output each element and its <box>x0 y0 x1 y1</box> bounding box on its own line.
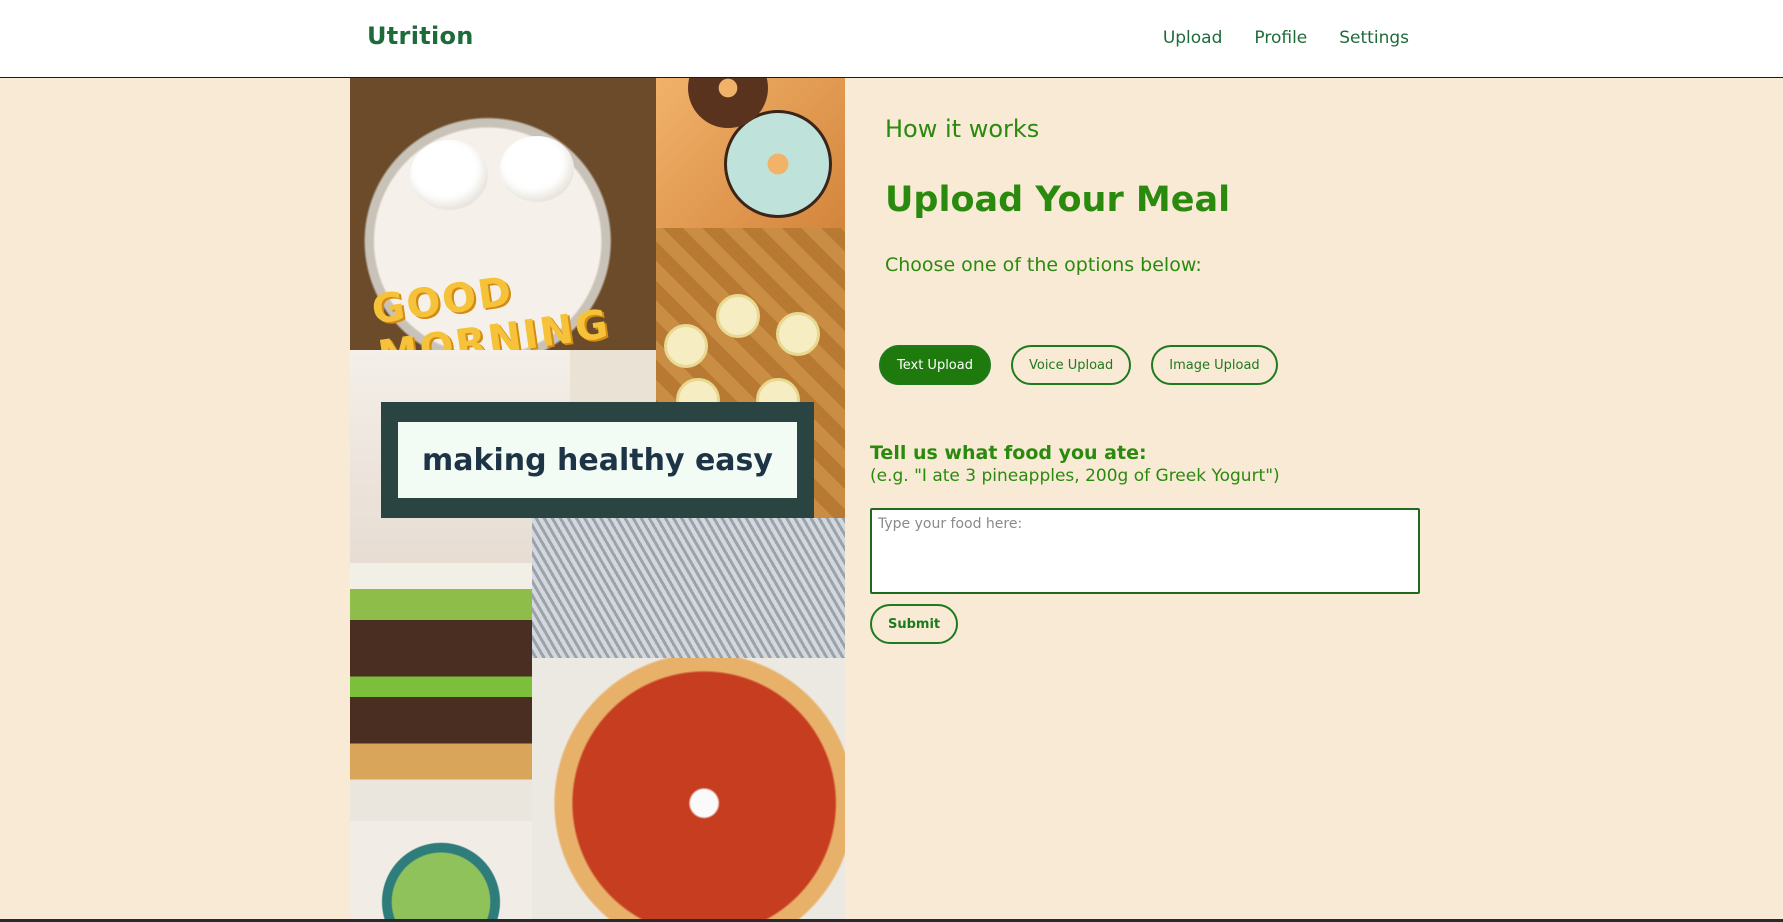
top-navbar: Utrition Upload Profile Settings <box>0 0 1783 78</box>
food-prompt: Tell us what food you ate: (e.g. "I ate … <box>870 442 1280 486</box>
food-input[interactable] <box>870 508 1420 594</box>
submit-button[interactable]: Submit <box>870 604 959 644</box>
brand-logo[interactable]: Utrition <box>367 22 474 50</box>
iced-donut <box>724 110 832 218</box>
how-it-works-link[interactable]: How it works <box>885 115 1039 143</box>
nav-link-profile[interactable]: Profile <box>1254 28 1307 48</box>
page-title: Upload Your Meal <box>885 180 1231 220</box>
tagline-banner: making healthy easy <box>381 402 814 518</box>
nav-link-settings[interactable]: Settings <box>1339 28 1409 48</box>
text-upload-button[interactable]: Text Upload <box>879 345 991 385</box>
food-prompt-example: (e.g. "I ate 3 pineapples, 200g of Greek… <box>870 466 1280 486</box>
salad-photo <box>350 821 532 922</box>
upload-options: Text Upload Voice Upload Image Upload <box>879 345 1278 385</box>
poached-egg <box>410 140 488 210</box>
pizza-photo <box>532 658 845 922</box>
instructions-text: Choose one of the options below: <box>885 254 1202 276</box>
voice-upload-button[interactable]: Voice Upload <box>1010 345 1132 385</box>
veggie-burger-photo <box>350 563 532 821</box>
toast-photo: GOOD MORNING <box>350 78 656 350</box>
food-collage-image: GOOD MORNING making healthy easy <box>350 78 845 922</box>
food-prompt-question: Tell us what food you ate: <box>870 442 1147 464</box>
plate-lettering: GOOD MORNING <box>368 268 613 350</box>
nav-links: Upload Profile Settings <box>1163 28 1409 48</box>
donut-photo <box>656 78 845 228</box>
nav-link-upload[interactable]: Upload <box>1163 28 1223 48</box>
poached-egg <box>500 136 574 202</box>
tagline-text: making healthy easy <box>398 422 797 498</box>
image-upload-button[interactable]: Image Upload <box>1151 345 1278 385</box>
